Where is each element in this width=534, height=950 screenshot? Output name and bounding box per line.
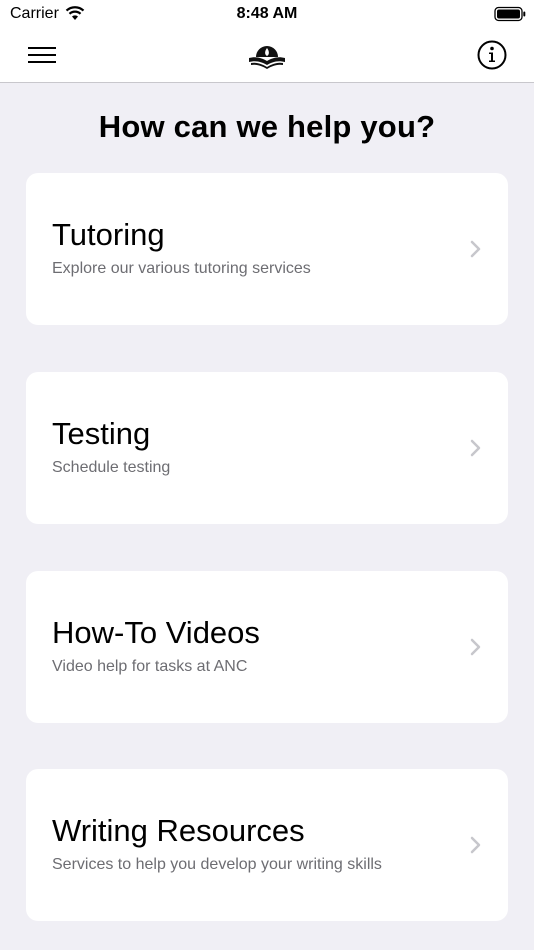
card-subtitle: Video help for tasks at ANC — [52, 658, 248, 675]
status-bar: Carrier 8:48 AM — [0, 0, 534, 28]
info-icon[interactable] — [476, 39, 508, 71]
chevron-right-icon — [470, 638, 481, 656]
card-title: Tutoring — [52, 217, 165, 252]
hamburger-menu-icon[interactable] — [26, 41, 60, 69]
tutoring-card[interactable]: Tutoring Explore our various tutoring se… — [26, 173, 508, 325]
status-time: 8:48 AM — [236, 5, 298, 22]
card-subtitle: Services to help you develop your writin… — [52, 856, 382, 873]
card-subtitle: Schedule testing — [52, 459, 171, 476]
chevron-right-icon — [470, 836, 481, 854]
navigation-bar — [0, 28, 534, 83]
how-to-videos-card[interactable]: How-To Videos Video help for tasks at AN… — [26, 571, 508, 723]
card-subtitle: Explore our various tutoring services — [52, 260, 311, 277]
card-title: Writing Resources — [52, 813, 305, 848]
chevron-right-icon — [470, 240, 481, 258]
card-title: How-To Videos — [52, 615, 260, 650]
battery-icon — [494, 6, 526, 22]
page-title: How can we help you? — [98, 109, 436, 144]
open-book-logo-icon — [249, 46, 285, 69]
testing-card[interactable]: Testing Schedule testing — [26, 372, 508, 524]
writing-resources-card[interactable]: Writing Resources Services to help you d… — [26, 769, 508, 921]
chevron-right-icon — [470, 439, 481, 457]
card-title: Testing — [52, 416, 151, 451]
